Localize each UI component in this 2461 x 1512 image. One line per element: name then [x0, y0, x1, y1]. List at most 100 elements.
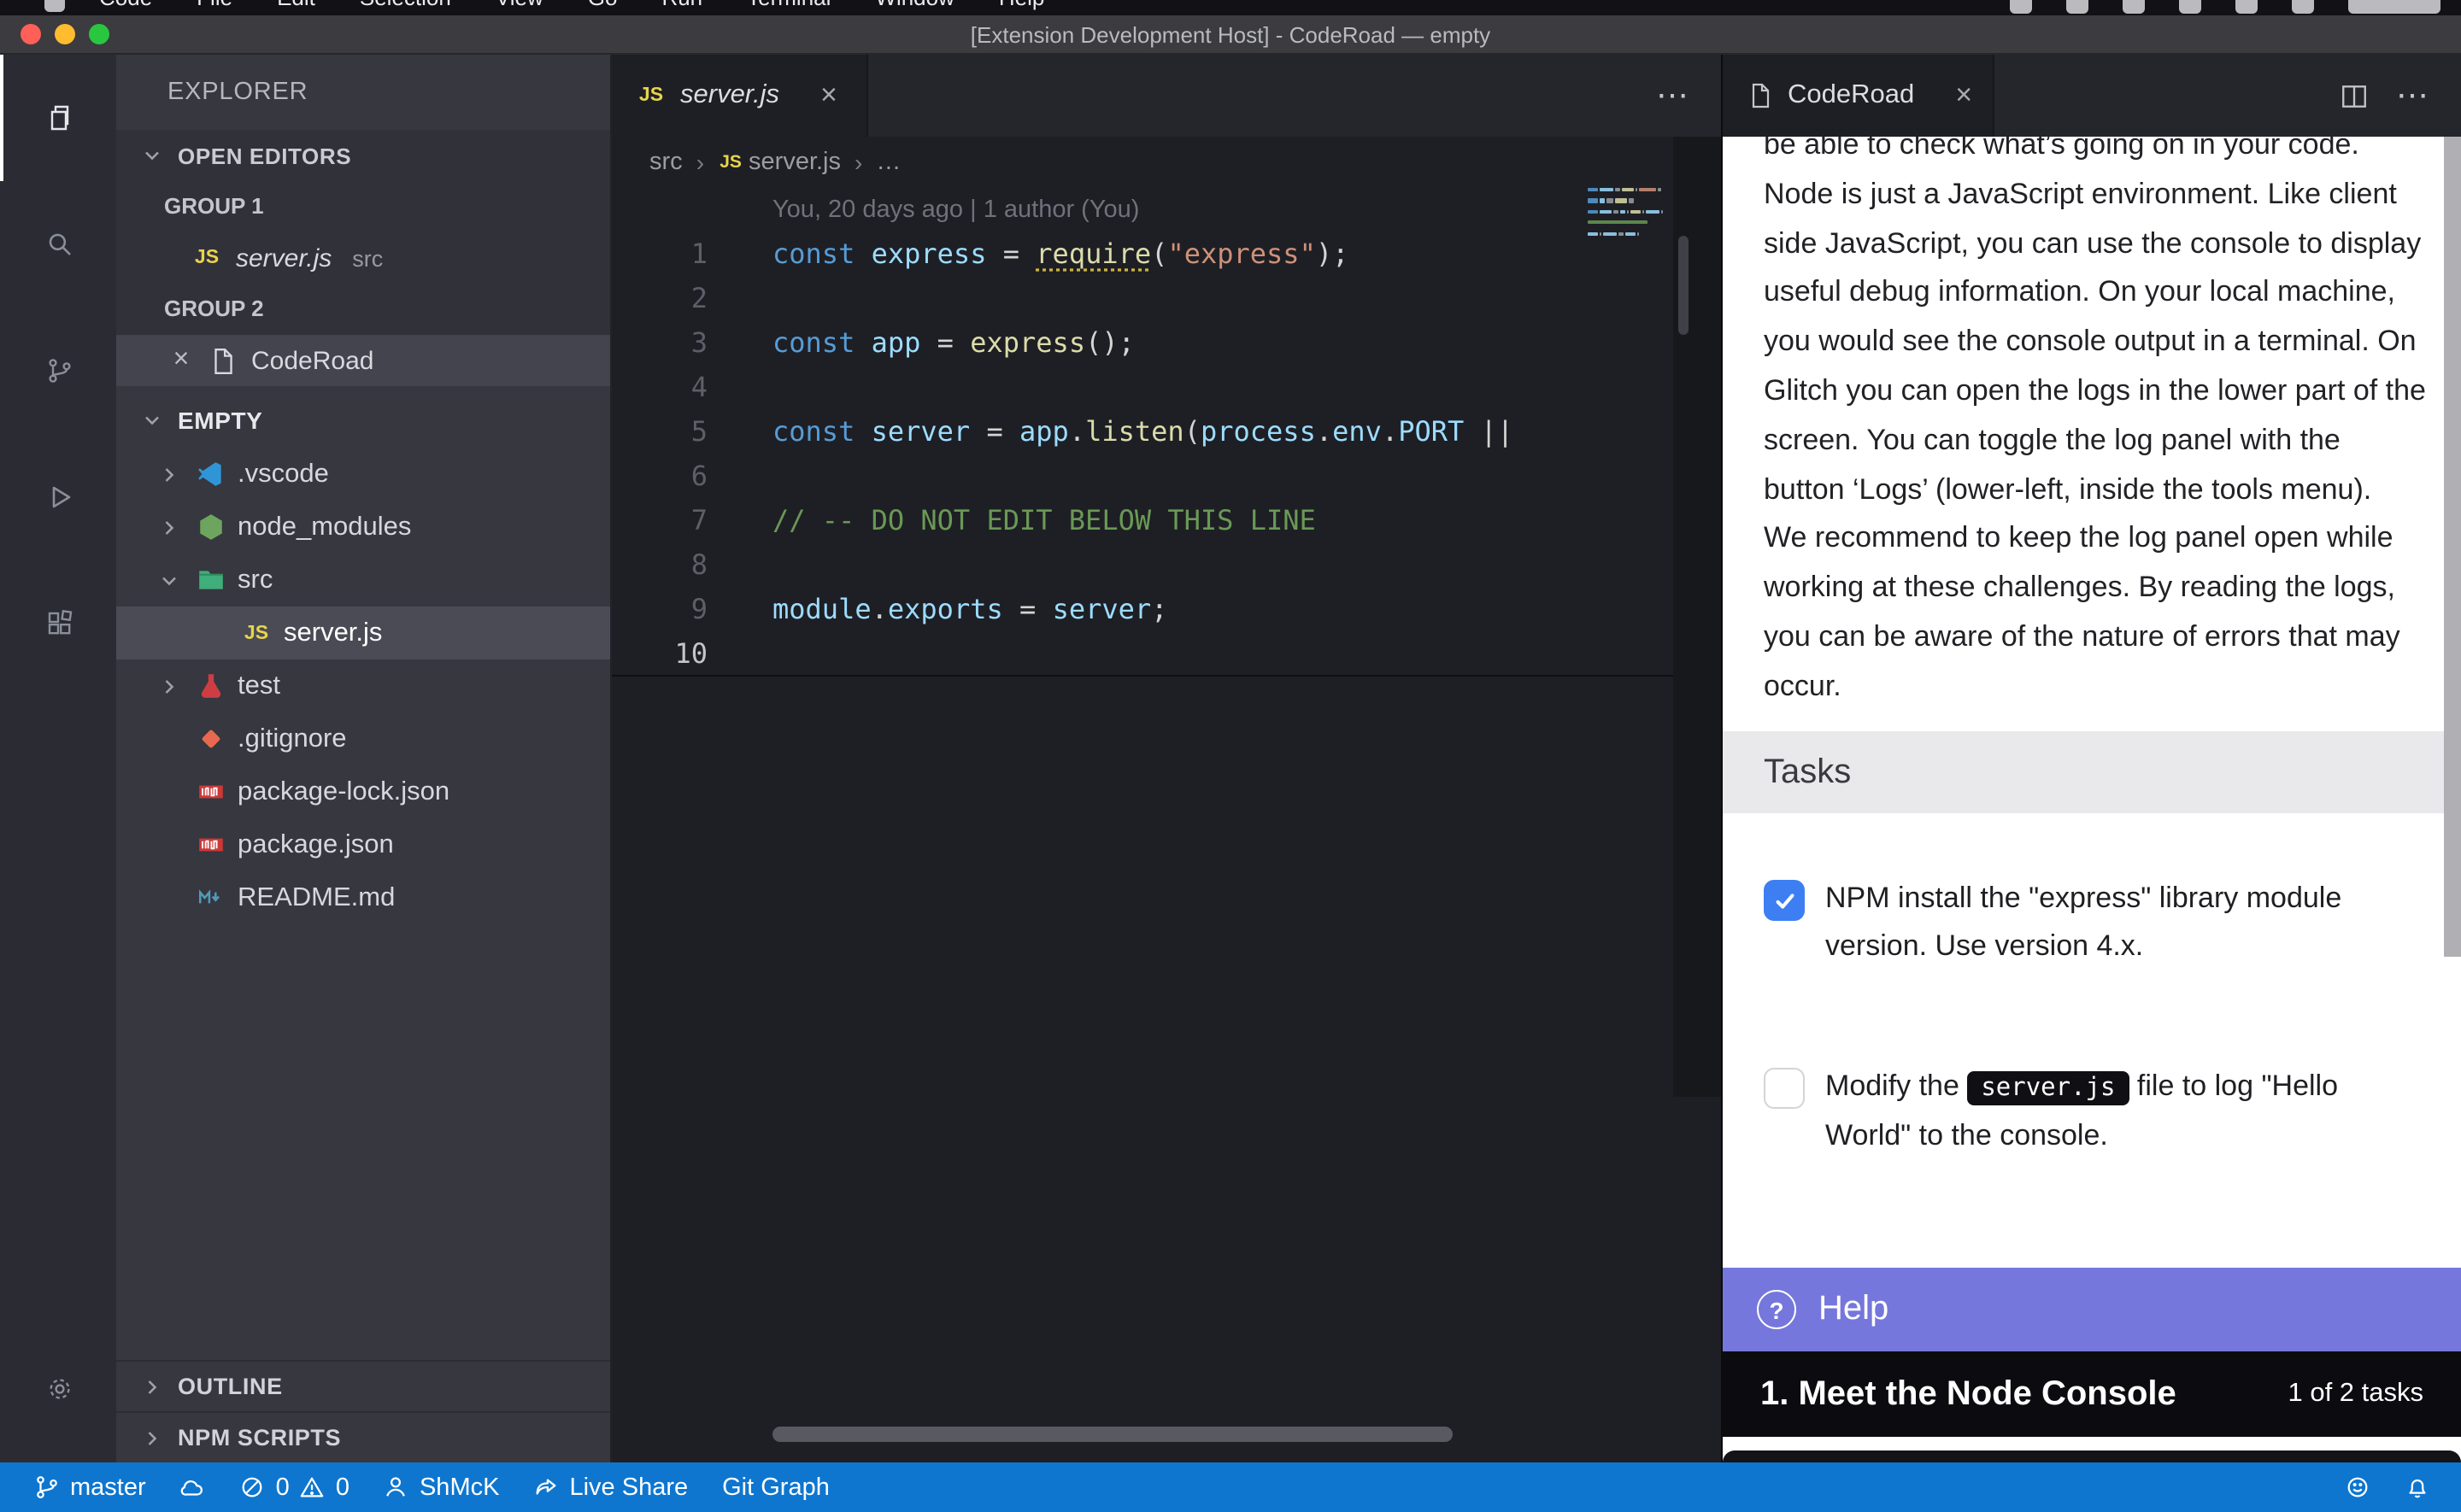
- menu-terminal[interactable]: Terminal: [747, 0, 831, 12]
- activity-run-debug[interactable]: [0, 434, 116, 560]
- code-line-3[interactable]: 3const app = express();: [612, 321, 1721, 366]
- split-editor-icon[interactable]: [2340, 81, 2369, 110]
- minimize-window-button[interactable]: [55, 24, 75, 44]
- chevron-right-icon[interactable]: [154, 462, 185, 486]
- chevron-right-icon[interactable]: [154, 674, 185, 698]
- git-file-icon: [197, 724, 226, 753]
- apple-menu-icon[interactable]: [44, 0, 65, 12]
- tree-item--vscode[interactable]: .vscode: [116, 448, 610, 501]
- menu-extra-icon[interactable]: [2179, 0, 2201, 14]
- code-line-2[interactable]: 2: [612, 277, 1721, 321]
- checkbox-checked[interactable]: [1764, 880, 1805, 921]
- horizontal-scrollbar-thumb[interactable]: [772, 1427, 1453, 1442]
- tree-item--gitignore[interactable]: .gitignore: [116, 712, 610, 765]
- code-line-9[interactable]: 9module.exports = server;: [612, 588, 1721, 632]
- code-line-6[interactable]: 6: [612, 454, 1721, 499]
- minimap-line: [1588, 220, 1663, 224]
- breadcrumb-item-symbol[interactable]: …: [876, 149, 901, 176]
- editor-scrollbar-thumb[interactable]: [1678, 236, 1689, 335]
- code-line-7[interactable]: 7// -- DO NOT EDIT BELOW THIS LINE: [612, 499, 1721, 543]
- js-file-icon: JS: [636, 85, 667, 106]
- chevron-down-icon: [137, 408, 167, 432]
- activity-extensions[interactable]: [0, 560, 116, 687]
- status-branch[interactable]: master: [17, 1462, 163, 1512]
- tab-coderoad[interactable]: CodeRoad ×: [1723, 55, 1994, 137]
- tree-item-label: test: [238, 671, 280, 701]
- breadcrumb-item-src[interactable]: src: [649, 149, 683, 176]
- activity-source-control[interactable]: [0, 308, 116, 434]
- status-problems[interactable]: 00: [223, 1462, 367, 1512]
- close-icon[interactable]: ×: [1955, 79, 1972, 113]
- code-line-4[interactable]: 4: [612, 366, 1721, 410]
- code-line-10[interactable]: 10: [612, 632, 1721, 677]
- tree-item-node_modules[interactable]: node_modules: [116, 501, 610, 554]
- tree-item-src[interactable]: src: [116, 554, 610, 607]
- menu-extra-icon[interactable]: [2066, 0, 2088, 14]
- code-lines[interactable]: 1const express = require("express");23co…: [612, 232, 1721, 677]
- close-window-button[interactable]: [21, 24, 41, 44]
- tasks-header: Tasks: [1723, 731, 2461, 813]
- activity-explorer[interactable]: [0, 55, 116, 181]
- status-notifications[interactable]: [2388, 1462, 2447, 1512]
- test-folder-icon: [197, 671, 226, 700]
- help-section-header[interactable]: ? Help: [1723, 1268, 2461, 1351]
- tree-root-header[interactable]: EMPTY: [116, 393, 610, 448]
- menu-extra-icon[interactable]: [2123, 0, 2145, 14]
- tree-item-package-lock-json[interactable]: package-lock.json: [116, 765, 610, 818]
- editor-scrollbar-track[interactable]: [1673, 137, 1721, 1097]
- js-file-icon: JS: [241, 623, 272, 643]
- tree-item-readme-md[interactable]: README.md: [116, 871, 610, 924]
- tab-server-js[interactable]: JS server.js ×: [612, 55, 868, 137]
- minimap[interactable]: [1588, 188, 1663, 243]
- close-icon[interactable]: ×: [167, 345, 195, 376]
- more-actions-icon[interactable]: ⋯: [2396, 76, 2430, 115]
- checkbox-unchecked[interactable]: [1764, 1068, 1805, 1109]
- status-account[interactable]: ShMcK: [367, 1462, 517, 1512]
- status-feedback[interactable]: [2328, 1462, 2388, 1512]
- menu-view[interactable]: View: [496, 0, 543, 12]
- breadcrumb-separator: ›: [855, 149, 862, 176]
- tree-item-test[interactable]: test: [116, 659, 610, 712]
- menu-file[interactable]: File: [197, 0, 232, 12]
- sidebar-item-outline[interactable]: OUTLINE: [116, 1360, 610, 1411]
- menu-code[interactable]: Code: [99, 0, 152, 12]
- search-icon: [46, 231, 73, 258]
- menu-extra-icon[interactable]: [2010, 0, 2032, 14]
- lesson-header[interactable]: 1. Meet the Node Console 1 of 2 tasks: [1723, 1351, 2461, 1437]
- panel-scrollbar-thumb[interactable]: [2444, 137, 2461, 957]
- close-icon[interactable]: ×: [820, 79, 837, 113]
- chevron-right-icon[interactable]: [154, 515, 185, 539]
- tree-item-package-json[interactable]: package.json: [116, 818, 610, 871]
- menu-extra-icon[interactable]: [2235, 0, 2258, 14]
- activity-search[interactable]: [0, 181, 116, 308]
- status-git-graph[interactable]: Git Graph: [705, 1462, 847, 1512]
- open-editors-header[interactable]: OPEN EDITORS: [116, 130, 610, 181]
- tree-item-server-js[interactable]: JSserver.js: [116, 607, 610, 659]
- open-editor-coderoad[interactable]: ×CodeRoad: [116, 335, 610, 386]
- menu-extra-icon[interactable]: [2292, 0, 2314, 14]
- menubar-clock[interactable]: [2348, 0, 2440, 14]
- sidebar-title: EXPLORER: [116, 55, 610, 130]
- menu-edit[interactable]: Edit: [277, 0, 315, 12]
- menu-help[interactable]: Help: [999, 0, 1045, 12]
- more-actions-icon[interactable]: ⋯: [1656, 76, 1690, 115]
- menu-selection[interactable]: Selection: [360, 0, 451, 12]
- code-line-8[interactable]: 8: [612, 543, 1721, 588]
- open-editor-server-js[interactable]: JSserver.jssrc: [116, 232, 610, 284]
- code-line-1[interactable]: 1const express = require("express");: [612, 232, 1721, 277]
- status-sync[interactable]: [163, 1462, 223, 1512]
- line-number: 1: [612, 232, 708, 277]
- menu-go[interactable]: Go: [588, 0, 618, 12]
- breadcrumb-item-file[interactable]: JS server.js: [718, 149, 841, 176]
- menu-window[interactable]: Window: [875, 0, 954, 12]
- menu-run[interactable]: Run: [661, 0, 702, 12]
- editor-actions: ⋯: [1656, 55, 1721, 137]
- code-line-5[interactable]: 5const server = app.listen(process.env.P…: [612, 410, 1721, 454]
- activity-settings[interactable]: [0, 1326, 116, 1452]
- chevron-down-icon[interactable]: [154, 568, 185, 592]
- file-icon: [1747, 82, 1774, 109]
- sidebar-item-npm-scripts[interactable]: NPM SCRIPTS: [116, 1411, 610, 1462]
- zoom-window-button[interactable]: [89, 24, 109, 44]
- status-live-share[interactable]: Live Share: [516, 1462, 705, 1512]
- code-text: const server = app.listen(process.env.PO…: [772, 410, 1513, 454]
